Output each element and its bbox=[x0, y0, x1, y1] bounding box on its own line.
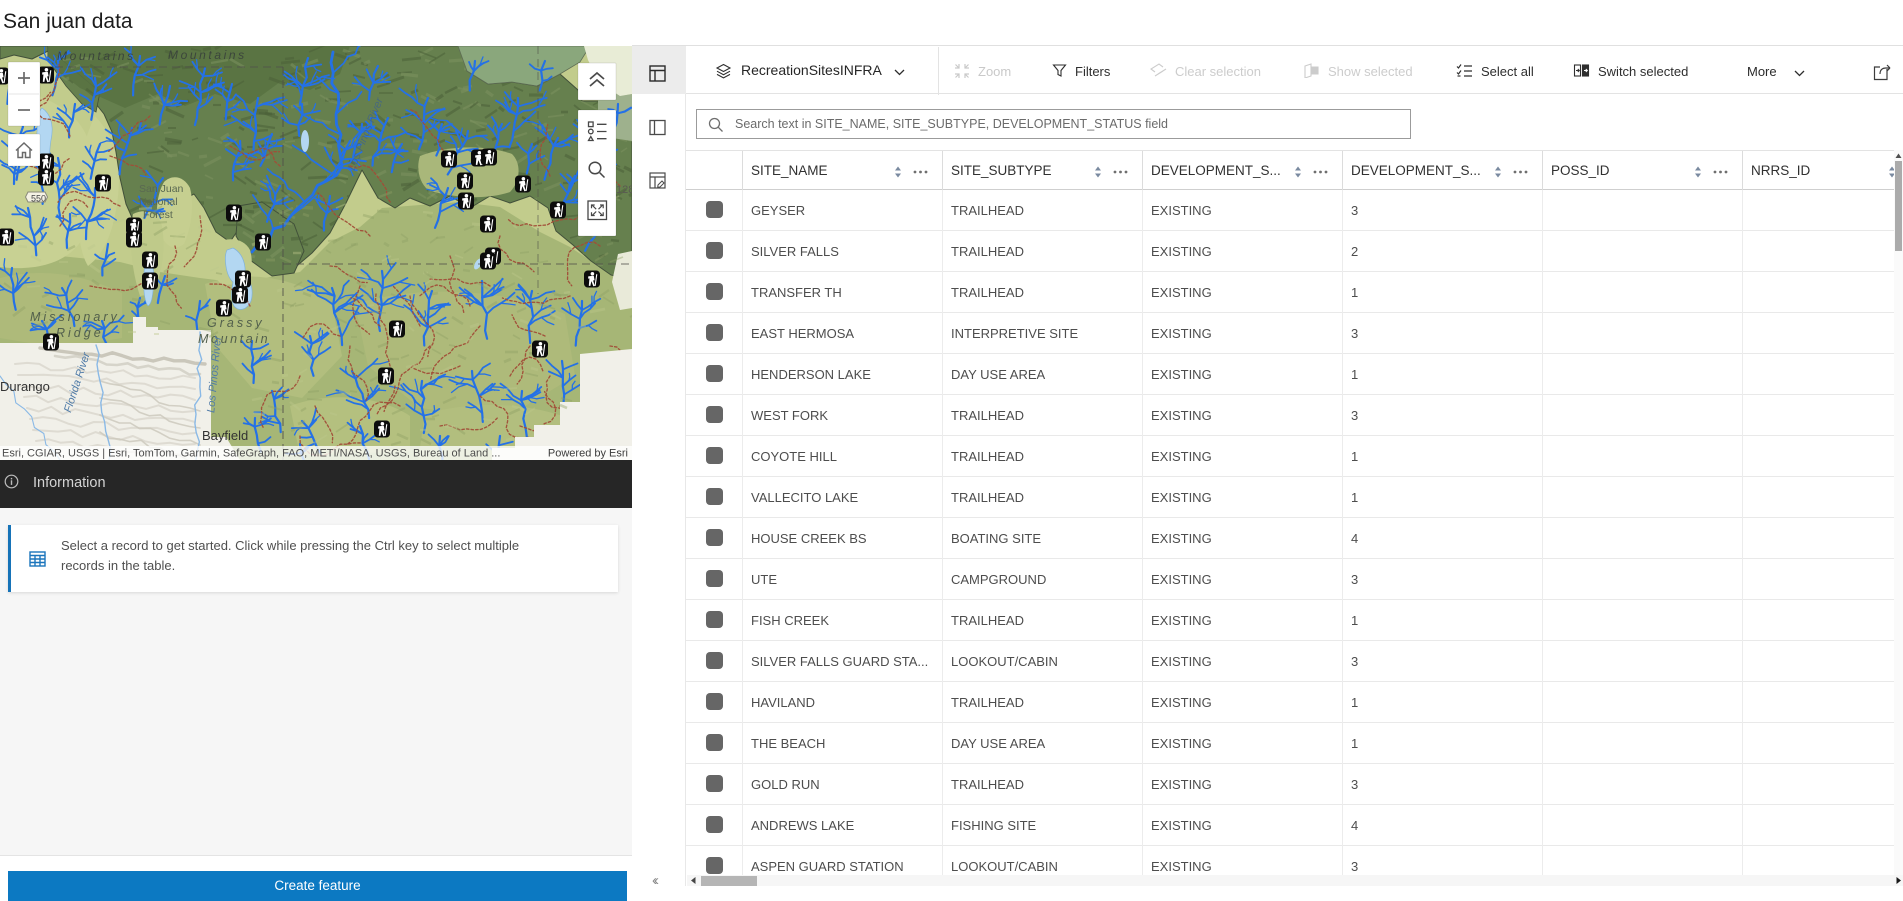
svg-text:Esri, CGIAR, USGS | Esri, TomT: Esri, CGIAR, USGS | Esri, TomTom, Garmin… bbox=[2, 448, 500, 460]
svg-text:Mountain: Mountain bbox=[198, 332, 270, 346]
svg-text:550: 550 bbox=[31, 194, 46, 204]
svg-text:Bayfield: Bayfield bbox=[202, 428, 248, 443]
svg-text:Mountains: Mountains bbox=[57, 49, 136, 63]
svg-text:Durango: Durango bbox=[0, 379, 50, 394]
svg-text:Grassy: Grassy bbox=[207, 316, 265, 330]
svg-text:Missionary: Missionary bbox=[30, 310, 120, 324]
svg-text:National: National bbox=[139, 196, 178, 208]
svg-text:Powered by Esri: Powered by Esri bbox=[548, 448, 628, 460]
svg-text:San Juan: San Juan bbox=[139, 183, 184, 195]
svg-text:Mountains: Mountains bbox=[168, 48, 247, 62]
svg-text:Ridge: Ridge bbox=[56, 326, 104, 340]
svg-text:128: 128 bbox=[616, 184, 632, 196]
svg-text:Forest: Forest bbox=[143, 209, 173, 221]
